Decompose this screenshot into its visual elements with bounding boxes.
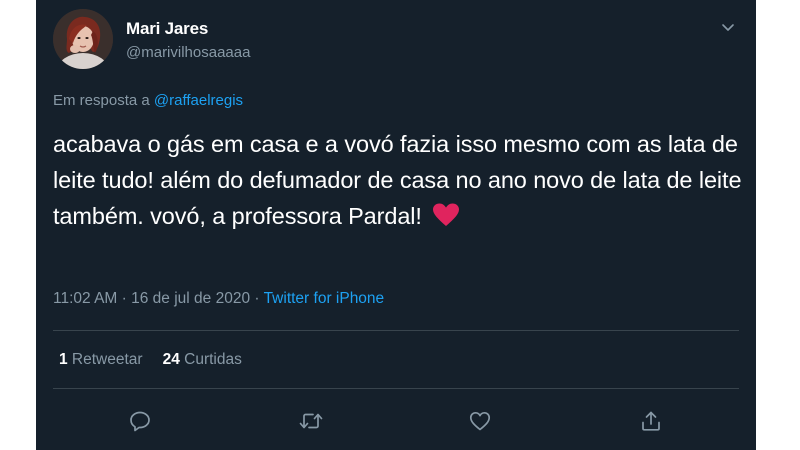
retweets-count: 1: [59, 351, 68, 368]
share-icon[interactable]: [636, 406, 666, 436]
avatar[interactable]: [53, 9, 113, 69]
reply-icon[interactable]: [125, 406, 155, 436]
meta-separator: ·: [250, 290, 264, 307]
divider: [53, 330, 739, 331]
display-name[interactable]: Mari Jares: [126, 19, 208, 39]
divider: [53, 388, 739, 389]
tweet-text: acabava o gás em casa e a vovó fazia iss…: [53, 126, 743, 238]
tweet-card: Mari Jares @marivilhosaaaaa Em resposta …: [36, 0, 756, 450]
retweets-label: Retweetar: [67, 351, 143, 368]
tweet-body: acabava o gás em casa e a vovó fazia iss…: [53, 131, 742, 229]
red-heart-emoji: [432, 202, 460, 238]
action-bar: [36, 406, 756, 436]
reply-mention-link[interactable]: @raffaelregis: [154, 92, 243, 109]
tweet-date[interactable]: 16 de jul de 2020: [131, 290, 250, 307]
user-handle[interactable]: @marivilhosaaaaa: [126, 44, 250, 61]
engagement-stats: 1 Retweetar 24 Curtidas: [59, 351, 242, 369]
retweets-stat[interactable]: 1 Retweetar: [59, 351, 143, 368]
tweet-time[interactable]: 11:02 AM: [53, 290, 117, 307]
retweet-icon[interactable]: [296, 406, 326, 436]
likes-label: Curtidas: [179, 351, 242, 368]
likes-count: 24: [162, 351, 180, 368]
tweet-metadata: 11:02 AM · 16 de jul de 2020 · Twitter f…: [53, 290, 384, 308]
tweet-source-link[interactable]: Twitter for iPhone: [264, 290, 385, 307]
like-icon[interactable]: [465, 406, 495, 436]
reply-prefix: Em resposta a: [53, 92, 154, 109]
meta-separator: ·: [117, 290, 132, 307]
chevron-down-icon[interactable]: [717, 16, 739, 38]
reply-context: Em resposta a @raffaelregis: [53, 92, 243, 109]
likes-stat[interactable]: 24 Curtidas: [163, 351, 242, 368]
